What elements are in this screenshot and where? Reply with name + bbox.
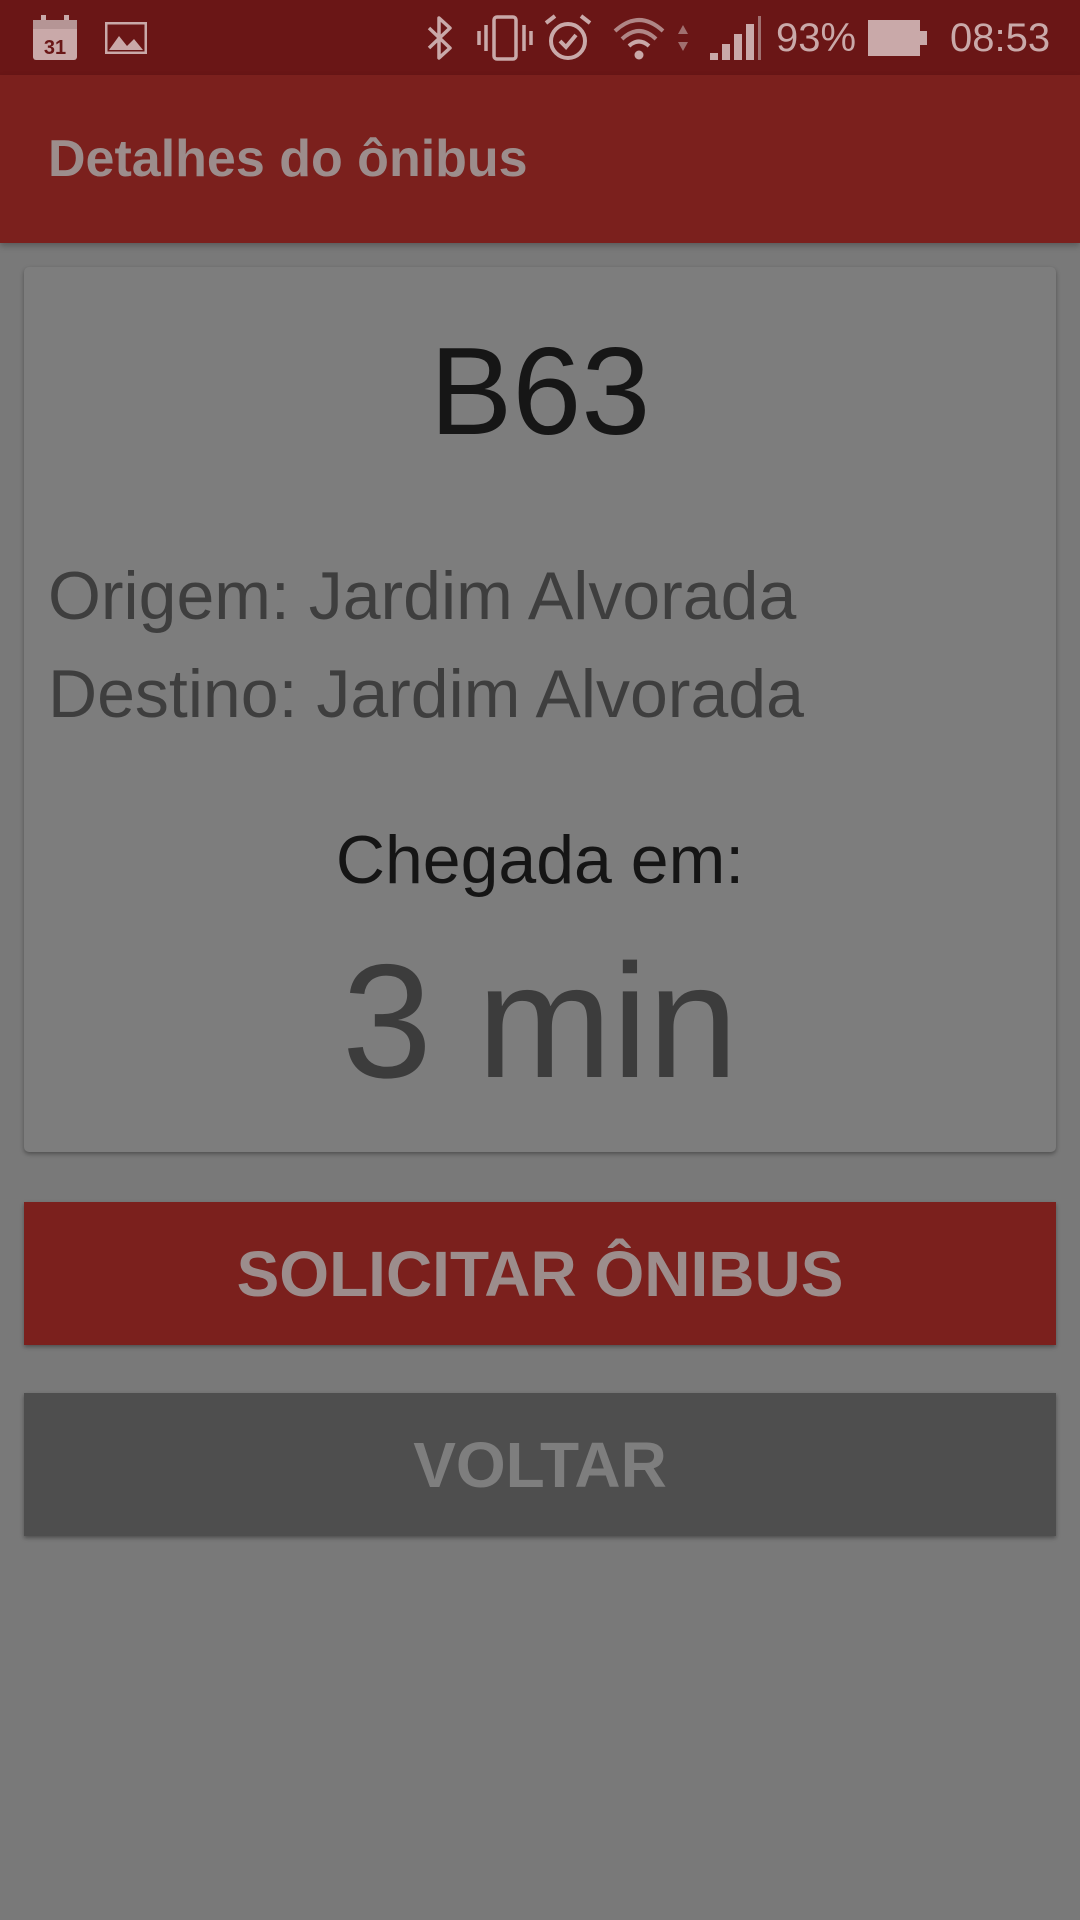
arrival-time: 3 min	[341, 931, 739, 1112]
origin-text: Origem: Jardim Alvorada	[48, 558, 797, 634]
page-title: Detalhes do ônibus	[48, 130, 528, 188]
calendar-icon: 31	[30, 0, 80, 75]
alarm-icon	[542, 0, 594, 75]
image-icon	[104, 0, 148, 75]
destination-text: Destino: Jardim Alvorada	[48, 656, 804, 732]
app-bar: Detalhes do ônibus	[0, 75, 1080, 243]
battery-percent: 93%	[776, 16, 857, 60]
clock: 08:53	[950, 16, 1051, 60]
signal-icon	[706, 0, 764, 75]
wifi-icon	[608, 0, 694, 75]
svg-text:31: 31	[44, 37, 66, 59]
arrival-label: Chegada em:	[335, 822, 745, 898]
vibrate-icon	[474, 0, 536, 75]
status-bar: 31 93% 08:53	[0, 0, 1080, 75]
back-button[interactable]: VOLTAR	[24, 1393, 1056, 1536]
request-bus-button[interactable]: SOLICITAR ÔNIBUS	[24, 1202, 1056, 1345]
bluetooth-icon	[420, 0, 460, 75]
bus-line-number: B63	[429, 323, 651, 461]
bus-details-card: B63 Origem: Jardim Alvorada Destino: Jar…	[24, 267, 1056, 1152]
battery-icon	[866, 0, 930, 75]
